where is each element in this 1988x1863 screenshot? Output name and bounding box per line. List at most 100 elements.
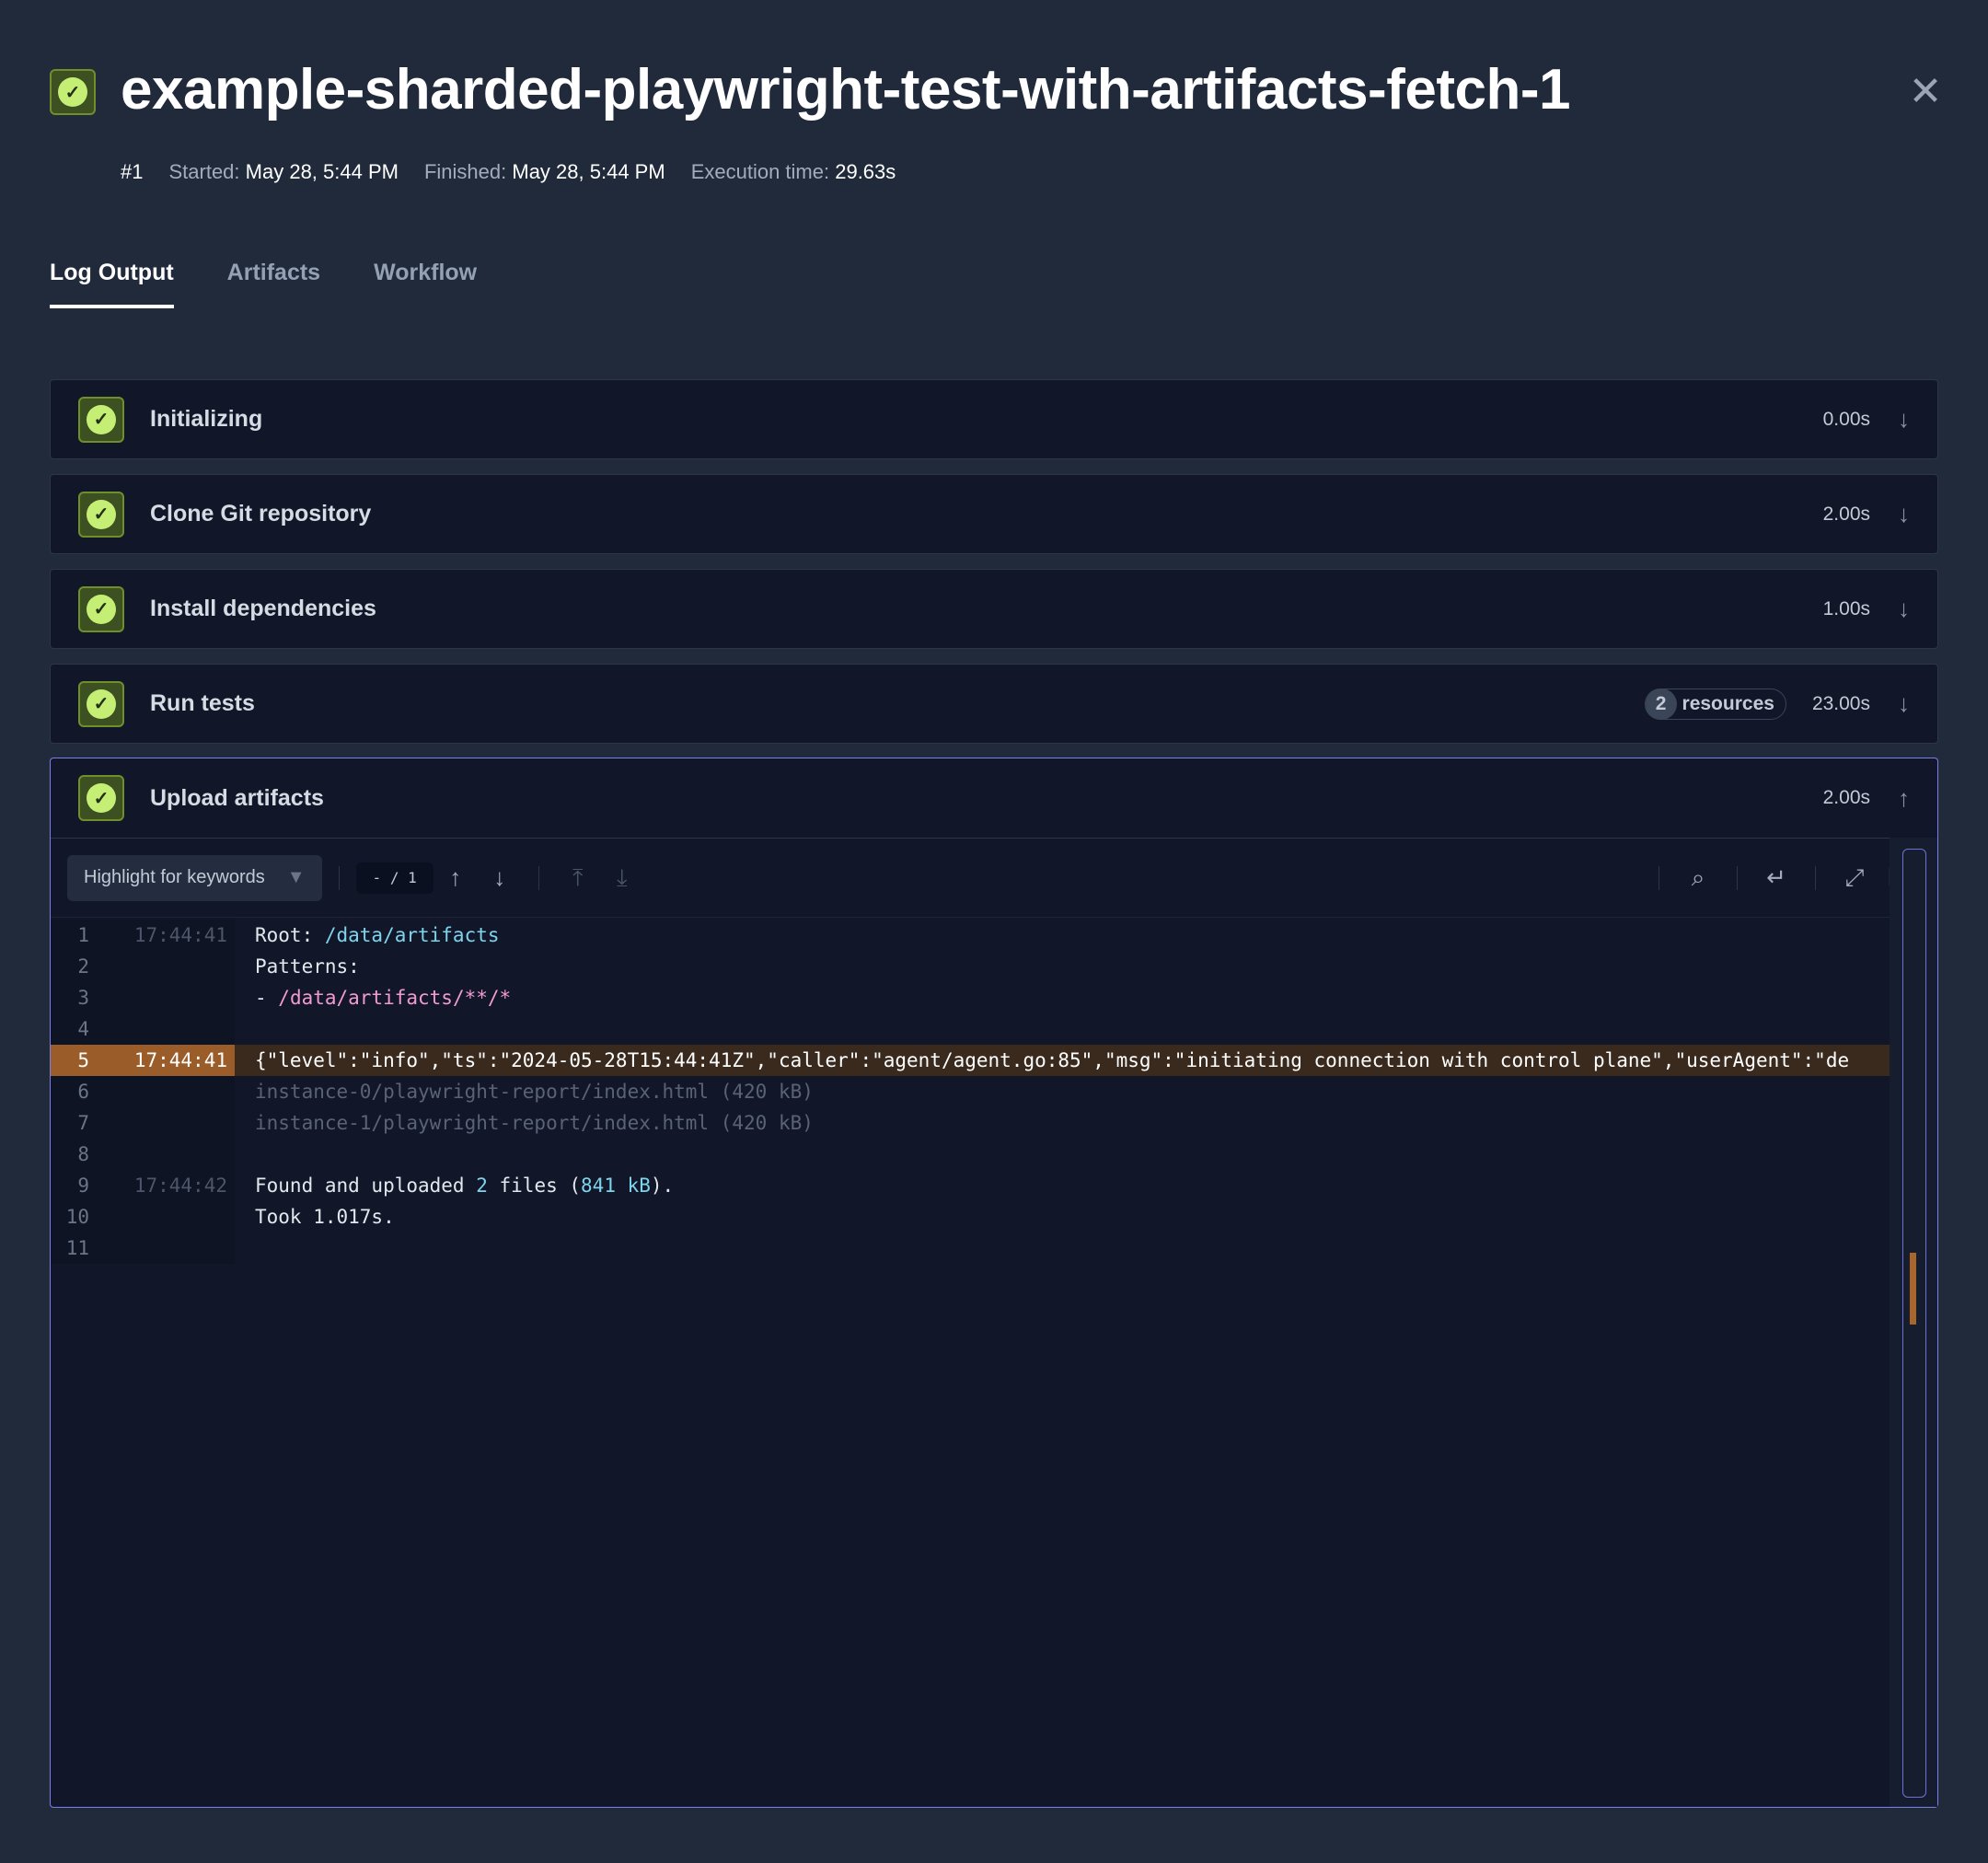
step-duration: 23.00s xyxy=(1811,692,1870,714)
line-number[interactable]: 11 xyxy=(51,1232,108,1264)
tab-workflow[interactable]: Workflow xyxy=(374,260,477,308)
status-success-icon: ✓ xyxy=(78,680,124,727)
log-output: 1 17:44:41 Root: /data/artifacts 2 Patterns:… xyxy=(51,920,1891,1264)
status-success-icon: ✓ xyxy=(50,69,96,115)
log-segment: Patterns: xyxy=(255,955,360,978)
log-line: 10 Took 1.017s. xyxy=(51,1201,1891,1232)
line-number[interactable]: 1 xyxy=(51,920,108,951)
log-text: Patterns: xyxy=(235,955,360,978)
filter-icon[interactable]: ▼ xyxy=(287,867,306,888)
close-icon[interactable]: ✕ xyxy=(1907,72,1944,112)
log-text: instance-1/playwright-report/index.html … xyxy=(235,1112,814,1134)
highlight-keywords-input[interactable]: Highlight for keywords ▼ xyxy=(67,854,322,901)
expand-arrow-down-icon[interactable]: ↓ xyxy=(1898,595,1910,623)
divider xyxy=(338,865,340,890)
expand-arrow-down-icon[interactable]: ↓ xyxy=(1898,405,1910,434)
log-timestamp xyxy=(108,1013,235,1045)
scrollbar[interactable] xyxy=(1890,838,1937,1807)
started-value: May 28, 5:44 PM xyxy=(245,160,399,183)
log-line: 1 17:44:41 Root: /data/artifacts xyxy=(51,920,1891,951)
log-line: 7 instance-1/playwright-report/index.html… xyxy=(51,1107,1891,1139)
scroll-top-icon[interactable]: ⤒ xyxy=(556,863,600,893)
tabs: Log Output Artifacts Workflow xyxy=(50,260,477,308)
line-number[interactable]: 10 xyxy=(51,1201,108,1232)
step-duration: 1.00s xyxy=(1822,597,1870,619)
step-install-dependencies[interactable]: ✓ Install dependencies 1.00s ↓ xyxy=(50,569,1938,649)
step-initializing[interactable]: ✓ Initializing 0.00s ↓ xyxy=(50,379,1938,459)
status-success-icon: ✓ xyxy=(78,491,124,538)
step-clone-git-repository[interactable]: ✓ Clone Git repository 2.00s ↓ xyxy=(50,474,1938,554)
exec-value: 29.63s xyxy=(835,160,896,183)
finished-value: May 28, 5:44 PM xyxy=(512,160,665,183)
step-name: Initializing xyxy=(150,406,263,432)
scroll-bottom-icon[interactable]: ⤓ xyxy=(600,863,644,893)
log-timestamp xyxy=(108,1076,235,1107)
log-text: instance-0/playwright-report/index.html … xyxy=(235,1081,814,1103)
line-number[interactable]: 5 xyxy=(51,1045,108,1076)
tab-artifacts[interactable]: Artifacts xyxy=(227,260,320,308)
line-number[interactable]: 8 xyxy=(51,1139,108,1170)
fullscreen-icon[interactable]: ⤢ xyxy=(1832,863,1877,893)
log-timestamp xyxy=(108,1232,235,1264)
log-line: 6 instance-0/playwright-report/index.html… xyxy=(51,1076,1891,1107)
log-timestamp: 17:44:42 xyxy=(108,1170,235,1201)
log-segment: - xyxy=(255,987,279,1009)
log-segment: ). xyxy=(650,1174,675,1197)
collapse-arrow-up-icon[interactable]: ↑ xyxy=(1898,784,1910,813)
run-number: #1 xyxy=(121,160,144,183)
line-number[interactable]: 7 xyxy=(51,1107,108,1139)
line-number[interactable]: 3 xyxy=(51,982,108,1013)
expand-arrow-down-icon[interactable]: ↓ xyxy=(1898,689,1910,718)
resources-count: 2 xyxy=(1645,688,1677,720)
line-number[interactable]: 2 xyxy=(51,951,108,982)
previous-match-icon[interactable]: ↑ xyxy=(433,863,478,892)
log-segment: Found and uploaded xyxy=(255,1174,477,1197)
step-name: Clone Git repository xyxy=(150,501,372,526)
log-line: 2 Patterns: xyxy=(51,951,1891,982)
log-timestamp: 17:44:41 xyxy=(108,920,235,951)
log-segment: /data/artifacts xyxy=(324,924,500,946)
expand-arrow-down-icon[interactable]: ↓ xyxy=(1898,500,1910,528)
exec-label: Execution time: xyxy=(690,160,830,183)
log-timestamp xyxy=(108,1107,235,1139)
page-title: example-sharded-playwright-test-with-art… xyxy=(121,58,1570,122)
resources-badge[interactable]: 2 resources xyxy=(1644,688,1786,720)
log-timestamp xyxy=(108,1139,235,1170)
search-icon[interactable]: ⌕ xyxy=(1676,863,1720,893)
line-number[interactable]: 9 xyxy=(51,1170,108,1201)
started-label: Started: xyxy=(168,160,240,183)
log-timestamp: 17:44:41 xyxy=(108,1045,235,1076)
log-line: 8 xyxy=(51,1139,1891,1170)
log-text: {"level":"info","ts":"2024-05-28T15:44:4… xyxy=(235,1049,1849,1071)
log-text: - /data/artifacts/**/* xyxy=(235,987,511,1009)
step-header[interactable]: ✓ Upload artifacts 2.00s ↑ xyxy=(51,758,1937,839)
log-timestamp xyxy=(108,982,235,1013)
log-text: Took 1.017s. xyxy=(235,1206,395,1228)
status-success-icon: ✓ xyxy=(78,396,124,443)
match-pager: - / 1 xyxy=(355,862,433,894)
line-number[interactable]: 4 xyxy=(51,1013,108,1045)
step-run-tests[interactable]: ✓ Run tests 2 resources 23.00s ↓ xyxy=(50,664,1938,744)
log-timestamp xyxy=(108,1201,235,1232)
status-success-icon: ✓ xyxy=(78,775,124,821)
log-text: Found and uploaded 2 files (841 kB). xyxy=(235,1174,674,1197)
next-match-icon[interactable]: ↓ xyxy=(478,863,522,892)
divider xyxy=(1815,865,1816,890)
log-segment: 2 xyxy=(476,1174,488,1197)
finished-label: Finished: xyxy=(423,160,507,183)
step-name: Run tests xyxy=(150,690,255,716)
log-line: 4 xyxy=(51,1013,1891,1045)
log-segment: instance-1/playwright-report/index.html … xyxy=(255,1112,814,1134)
divider xyxy=(537,865,539,890)
step-name: Upload artifacts xyxy=(150,784,324,811)
tab-log-output[interactable]: Log Output xyxy=(50,260,174,308)
wrap-lines-icon[interactable]: ↵ xyxy=(1754,863,1798,892)
log-segment: files ( xyxy=(487,1174,582,1197)
line-number[interactable]: 6 xyxy=(51,1076,108,1107)
log-segment: /data/artifacts/**/* xyxy=(278,987,512,1009)
log-text: Root: /data/artifacts xyxy=(235,924,500,946)
log-line: 11 xyxy=(51,1232,1891,1264)
execution-meta: #1 Started: May 28, 5:44 PM Finished: Ma… xyxy=(121,160,896,184)
status-success-icon: ✓ xyxy=(78,585,124,632)
divider xyxy=(1737,865,1738,890)
